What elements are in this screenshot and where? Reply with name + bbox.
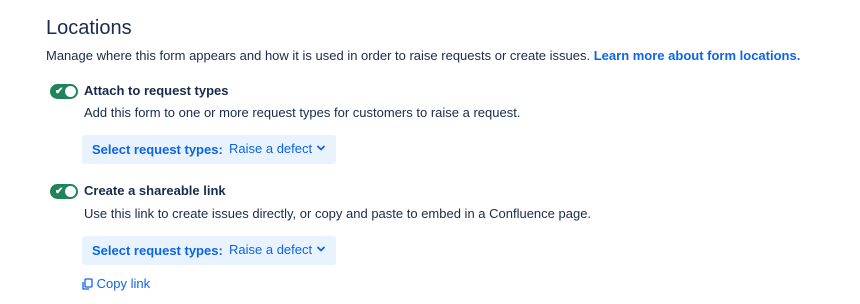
chevron-down-icon xyxy=(316,141,326,156)
shareable-link-description: Use this link to create issues directly,… xyxy=(84,206,592,221)
section-description: Manage where this form appears and how i… xyxy=(46,48,800,63)
copy-icon xyxy=(82,276,97,291)
attach-request-types-description: Add this form to one or more request typ… xyxy=(84,105,521,120)
chevron-down-icon xyxy=(316,242,326,257)
select-value: Raise a defect xyxy=(229,141,313,156)
check-icon: ✔ xyxy=(55,186,64,197)
toggle-knob xyxy=(65,86,76,97)
select-value: Raise a defect xyxy=(229,242,313,257)
section-title: Locations xyxy=(46,17,132,39)
copy-link-button[interactable]: Copy link xyxy=(82,276,150,291)
request-types-select-1[interactable]: Select request types: Raise a defect xyxy=(82,135,336,164)
learn-more-link[interactable]: Learn more about form locations. xyxy=(594,48,801,63)
shareable-link-toggle[interactable]: ✔ xyxy=(50,184,78,199)
copy-link-label: Copy link xyxy=(96,276,151,291)
shareable-link-label: Create a shareable link xyxy=(84,183,226,198)
request-types-select-2[interactable]: Select request types: Raise a defect xyxy=(82,236,336,265)
attach-request-types-toggle[interactable]: ✔ xyxy=(50,84,78,99)
select-label: Select request types: xyxy=(92,142,223,157)
check-icon: ✔ xyxy=(55,86,64,97)
select-label: Select request types: xyxy=(92,243,223,258)
section-description-text: Manage where this form appears and how i… xyxy=(46,48,591,63)
attach-request-types-label: Attach to request types xyxy=(84,83,229,98)
toggle-knob xyxy=(65,186,76,197)
